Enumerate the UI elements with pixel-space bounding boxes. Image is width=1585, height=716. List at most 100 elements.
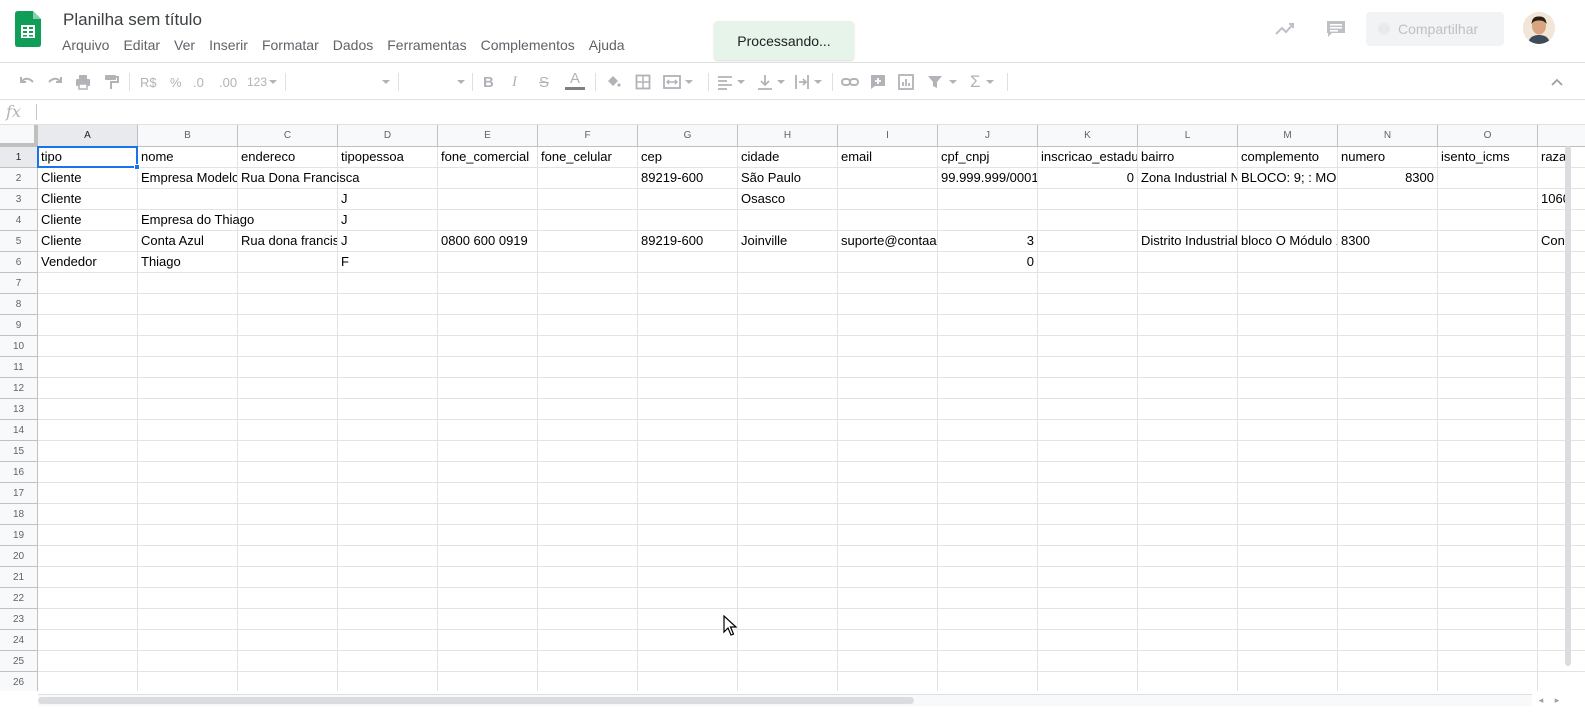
cell[interactable] xyxy=(738,252,838,273)
cell[interactable] xyxy=(1338,273,1438,294)
cell[interactable] xyxy=(1338,420,1438,441)
cell[interactable] xyxy=(138,651,238,672)
activity-trend-icon[interactable] xyxy=(1274,18,1296,40)
cell[interactable] xyxy=(1038,630,1138,651)
cell[interactable] xyxy=(1038,378,1138,399)
cell[interactable] xyxy=(1438,189,1538,210)
cell[interactable] xyxy=(538,525,638,546)
cell[interactable] xyxy=(338,525,438,546)
menu-inserir[interactable]: Inserir xyxy=(209,37,248,53)
cell[interactable] xyxy=(238,273,338,294)
cell[interactable] xyxy=(1138,315,1238,336)
cell[interactable]: 99.999.999/0001 xyxy=(938,168,1038,189)
cell[interactable] xyxy=(1538,399,1585,420)
cell[interactable] xyxy=(538,399,638,420)
cell[interactable] xyxy=(1238,672,1338,691)
row-header[interactable]: 24 xyxy=(0,630,38,651)
cell[interactable] xyxy=(238,378,338,399)
cell[interactable] xyxy=(638,483,738,504)
cell[interactable] xyxy=(1438,525,1538,546)
cell[interactable] xyxy=(38,483,138,504)
cell[interactable] xyxy=(138,441,238,462)
cell[interactable] xyxy=(1338,462,1438,483)
cell[interactable] xyxy=(938,672,1038,691)
cell[interactable] xyxy=(738,294,838,315)
cell[interactable] xyxy=(1338,567,1438,588)
column-header[interactable]: J xyxy=(938,125,1038,147)
cell[interactable] xyxy=(1438,546,1538,567)
cell[interactable] xyxy=(38,273,138,294)
cell[interactable] xyxy=(1438,357,1538,378)
cell[interactable] xyxy=(1238,189,1338,210)
cell[interactable] xyxy=(438,336,538,357)
row-header[interactable]: 10 xyxy=(0,336,38,357)
cell[interactable] xyxy=(238,630,338,651)
cell[interactable] xyxy=(538,630,638,651)
cell[interactable] xyxy=(238,294,338,315)
cell[interactable] xyxy=(1038,336,1138,357)
cell[interactable] xyxy=(538,336,638,357)
cell[interactable] xyxy=(1338,441,1438,462)
cell[interactable] xyxy=(1238,546,1338,567)
cell[interactable]: endereco xyxy=(238,147,338,168)
cell[interactable] xyxy=(838,462,938,483)
row-header[interactable]: 19 xyxy=(0,525,38,546)
cell[interactable] xyxy=(338,630,438,651)
cell[interactable] xyxy=(538,504,638,525)
cell[interactable] xyxy=(338,378,438,399)
cell[interactable] xyxy=(38,567,138,588)
row-header[interactable]: 8 xyxy=(0,294,38,315)
cell[interactable] xyxy=(138,525,238,546)
cell[interactable] xyxy=(1438,441,1538,462)
cell[interactable]: BLOCO: 9; : MOI xyxy=(1238,168,1338,189)
cell[interactable] xyxy=(938,525,1038,546)
cell[interactable] xyxy=(838,609,938,630)
document-title[interactable]: Planilha sem título xyxy=(63,10,202,30)
cell[interactable] xyxy=(638,651,738,672)
undo-icon[interactable] xyxy=(18,72,36,92)
cell[interactable] xyxy=(1438,609,1538,630)
cell[interactable] xyxy=(238,189,338,210)
cell[interactable] xyxy=(438,651,538,672)
cell[interactable] xyxy=(1338,294,1438,315)
row-header[interactable]: 7 xyxy=(0,273,38,294)
cell[interactable] xyxy=(1138,420,1238,441)
cell[interactable]: inscricao_estadu xyxy=(1038,147,1138,168)
cell[interactable] xyxy=(1538,609,1585,630)
cell[interactable] xyxy=(938,588,1038,609)
cell[interactable] xyxy=(138,357,238,378)
cell[interactable] xyxy=(1138,630,1238,651)
cell[interactable] xyxy=(838,273,938,294)
cell[interactable] xyxy=(838,336,938,357)
cell[interactable] xyxy=(338,546,438,567)
row-header[interactable]: 9 xyxy=(0,315,38,336)
cell[interactable] xyxy=(438,357,538,378)
cell[interactable] xyxy=(338,336,438,357)
cell[interactable]: isento_icms xyxy=(1438,147,1538,168)
fill-color-icon[interactable] xyxy=(604,72,622,92)
cell[interactable] xyxy=(1338,189,1438,210)
cell[interactable] xyxy=(938,504,1038,525)
cell[interactable] xyxy=(838,567,938,588)
column-header[interactable]: F xyxy=(538,125,638,147)
row-header[interactable]: 14 xyxy=(0,420,38,441)
cell[interactable] xyxy=(638,336,738,357)
cell[interactable] xyxy=(1538,651,1585,672)
cell[interactable] xyxy=(1338,336,1438,357)
cell[interactable] xyxy=(438,315,538,336)
cell[interactable]: Zona Industrial N xyxy=(1138,168,1238,189)
cell[interactable] xyxy=(38,609,138,630)
cell[interactable] xyxy=(38,315,138,336)
cell[interactable] xyxy=(638,546,738,567)
cell[interactable] xyxy=(538,567,638,588)
cell[interactable] xyxy=(1238,378,1338,399)
cell[interactable] xyxy=(1138,399,1238,420)
cell[interactable] xyxy=(438,189,538,210)
cell[interactable]: 8300 xyxy=(1338,231,1438,252)
cell[interactable] xyxy=(1238,504,1338,525)
cell[interactable] xyxy=(1338,651,1438,672)
cell[interactable] xyxy=(638,588,738,609)
cell[interactable] xyxy=(638,399,738,420)
percent-format-button[interactable]: % xyxy=(170,72,182,92)
cell[interactable] xyxy=(238,609,338,630)
